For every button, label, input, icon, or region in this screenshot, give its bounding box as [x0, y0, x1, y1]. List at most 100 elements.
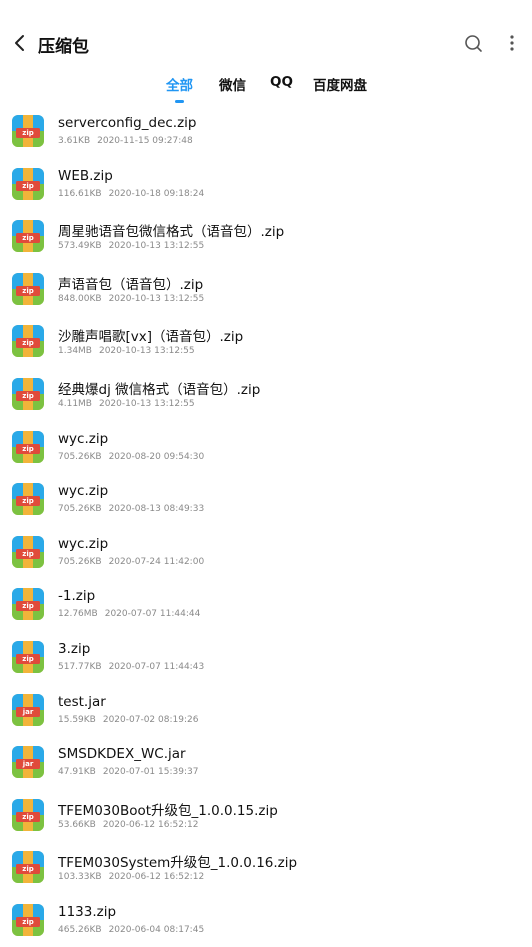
file-meta: 1.34MB 2020-10-13 13:12:55: [58, 346, 195, 356]
back-icon[interactable]: [12, 32, 32, 54]
zip-file-icon: zip: [12, 483, 44, 516]
file-type-label: zip: [22, 391, 34, 400]
file-name: 沙雕声唱歌[vx]（语音包）.zip: [58, 329, 244, 346]
file-type-label: zip: [22, 549, 34, 558]
file-date: 2020-07-07 11:44:44: [104, 609, 201, 620]
jar-file-icon: jar: [12, 746, 44, 779]
active-tab-indicator: [175, 100, 184, 103]
file-size: 465.26KB: [58, 924, 102, 935]
file-size: 3.61KB: [58, 136, 91, 146]
tab-wechat[interactable]: 微信: [219, 74, 246, 94]
file-date: 2020-07-01 15:39:37: [102, 767, 199, 778]
file-size: 12.76MB: [58, 609, 98, 620]
list-item[interactable]: zip 周星驰语音包微信格式（语音包）.zip 573.49KB 2020-10-13…: [0, 210, 532, 263]
list-item[interactable]: jar test.jar 15.59KB 2020-07-02 08:19:26: [0, 684, 532, 737]
list-item[interactable]: zip 沙雕声唱歌[vx]（语音包）.zip 1.34MB 2020-10-13 13…: [0, 315, 532, 368]
file-meta: 12.76MB 2020-07-07 11:44:44: [58, 609, 200, 619]
search-icon[interactable]: [463, 33, 485, 55]
file-name: WEB.zip: [58, 167, 113, 184]
file-type-label: zip: [22, 444, 34, 453]
file-name: 声语音包（语音包）.zip: [58, 276, 204, 293]
file-type-label: jar: [22, 760, 34, 769]
zip-file-icon: zip: [12, 377, 44, 410]
list-item[interactable]: zip 1133.zip 465.26KB 2020-06-04 08:17:45: [0, 894, 532, 947]
zip-file-icon: zip: [12, 167, 44, 200]
file-date: 2020-10-18 09:18:24: [108, 188, 205, 199]
file-meta: 116.61KB 2020-10-18 09:18:24: [58, 189, 204, 199]
file-date: 2020-11-15 09:27:48: [97, 136, 193, 146]
list-item[interactable]: jar SMSDKDEX_WC.jar 47.91KB 2020-07-01 15:3…: [0, 736, 532, 789]
file-name: serverconfig_dec.zip: [58, 115, 197, 131]
jar-file-icon: jar: [12, 693, 44, 726]
zip-file-icon: zip: [12, 851, 44, 884]
list-item[interactable]: zip TFEM030System升级包_1.0.0.16.zip 103.33KB…: [0, 841, 532, 894]
zip-file-icon: zip: [12, 535, 44, 568]
file-meta: 848.00KB 2020-10-13 13:12:55: [58, 294, 204, 304]
file-name: 1133.zip: [58, 903, 117, 920]
file-size: 517.77KB: [58, 661, 102, 672]
tab-baidu-netdisk[interactable]: 百度网盘: [313, 74, 367, 94]
file-type-label: zip: [22, 812, 34, 821]
file-meta: 465.26KB 2020-06-04 08:17:45: [58, 925, 204, 935]
file-date: 2020-10-13 13:12:55: [98, 398, 195, 409]
list-item[interactable]: zip wyc.zip 705.26KB 2020-08-20 09:54:30: [0, 421, 532, 474]
file-meta: 15.59KB 2020-07-02 08:19:26: [58, 715, 198, 725]
file-size: 705.26KB: [58, 556, 102, 567]
file-date: 2020-10-13 13:12:55: [108, 293, 205, 304]
zip-file-icon: zip: [12, 115, 44, 147]
file-meta: 705.26KB 2020-08-20 09:54:30: [58, 452, 204, 462]
filter-tabs: 全部 微信 QQ 百度网盘: [0, 70, 532, 106]
file-type-label: jar: [22, 707, 34, 716]
file-size: 705.26KB: [58, 504, 102, 515]
file-date: 2020-10-13 13:12:55: [98, 346, 195, 357]
zip-file-icon: zip: [12, 325, 44, 358]
file-type-label: zip: [22, 602, 34, 611]
file-date: 2020-08-20 09:54:30: [108, 451, 205, 462]
file-size: 4.11MB: [58, 398, 92, 409]
list-item[interactable]: zip TFEM030Boot升级包_1.0.0.15.zip 53.66KB 202…: [0, 789, 532, 842]
more-options-icon[interactable]: [504, 33, 520, 55]
zip-file-icon: zip: [12, 640, 44, 673]
list-item[interactable]: zip 声语音包（语音包）.zip 848.00KB 2020-10-13 13:12…: [0, 263, 532, 316]
list-item[interactable]: zip 3.zip 517.77KB 2020-07-07 11:44:43: [0, 631, 532, 684]
tab-qq[interactable]: QQ: [270, 74, 293, 90]
file-size: 53.66KB: [58, 819, 96, 830]
file-date: 2020-06-12 16:52:12: [108, 872, 205, 883]
list-item[interactable]: zip 经典爆dj 微信格式（语音包）.zip 4.11MB 2020-10-13 1…: [0, 368, 532, 421]
file-name: wyc.zip: [58, 483, 109, 500]
file-type-label: zip: [22, 339, 34, 348]
file-meta: 53.66KB 2020-06-12 16:52:12: [58, 820, 198, 830]
file-name: wyc.zip: [58, 535, 109, 552]
file-date: 2020-07-02 08:19:26: [102, 714, 199, 725]
zip-file-icon: zip: [12, 272, 44, 305]
list-item[interactable]: zip -1.zip 12.76MB 2020-07-07 11:44:44: [0, 578, 532, 631]
list-item[interactable]: zip wyc.zip 705.26KB 2020-07-24 11:42:00: [0, 526, 532, 579]
file-type-label: zip: [22, 129, 34, 137]
file-date: 2020-07-07 11:44:43: [108, 661, 205, 672]
file-name: 3.zip: [58, 640, 91, 657]
zip-file-icon: zip: [12, 798, 44, 831]
file-name: TFEM030Boot升级包_1.0.0.15.zip: [58, 802, 278, 819]
file-type-label: zip: [22, 497, 34, 506]
file-meta: 573.49KB 2020-10-13 13:12:55: [58, 241, 204, 251]
file-name: 经典爆dj 微信格式（语音包）.zip: [58, 381, 261, 398]
list-item[interactable]: zip wyc.zip 705.26KB 2020-08-13 08:49:33: [0, 473, 532, 526]
file-date: 2020-06-04 08:17:45: [108, 924, 205, 935]
file-meta: 103.33KB 2020-06-12 16:52:12: [58, 872, 204, 882]
file-size: 573.49KB: [58, 241, 102, 252]
file-size: 848.00KB: [58, 293, 102, 304]
list-item[interactable]: zip WEB.zip 116.61KB 2020-10-18 09:18:24: [0, 158, 532, 211]
file-type-label: zip: [22, 917, 34, 926]
file-name: SMSDKDEX_WC.jar: [58, 746, 186, 763]
file-type-label: zip: [22, 865, 34, 874]
file-meta: 47.91KB 2020-07-01 15:39:37: [58, 767, 198, 777]
file-name: TFEM030System升级包_1.0.0.16.zip: [58, 855, 298, 872]
file-name: 周星驰语音包微信格式（语音包）.zip: [58, 224, 285, 241]
tab-all[interactable]: 全部: [166, 74, 193, 94]
file-meta: 3.61KB 2020-11-15 09:27:48: [58, 136, 193, 146]
list-item[interactable]: zip serverconfig_dec.zip 3.61KB 2020-11-15 …: [0, 105, 532, 158]
file-date: 2020-08-13 08:49:33: [108, 504, 205, 515]
file-meta: 705.26KB 2020-07-24 11:42:00: [58, 557, 204, 567]
file-meta: 4.11MB 2020-10-13 13:12:55: [58, 399, 195, 409]
file-size: 1.34MB: [58, 346, 92, 357]
